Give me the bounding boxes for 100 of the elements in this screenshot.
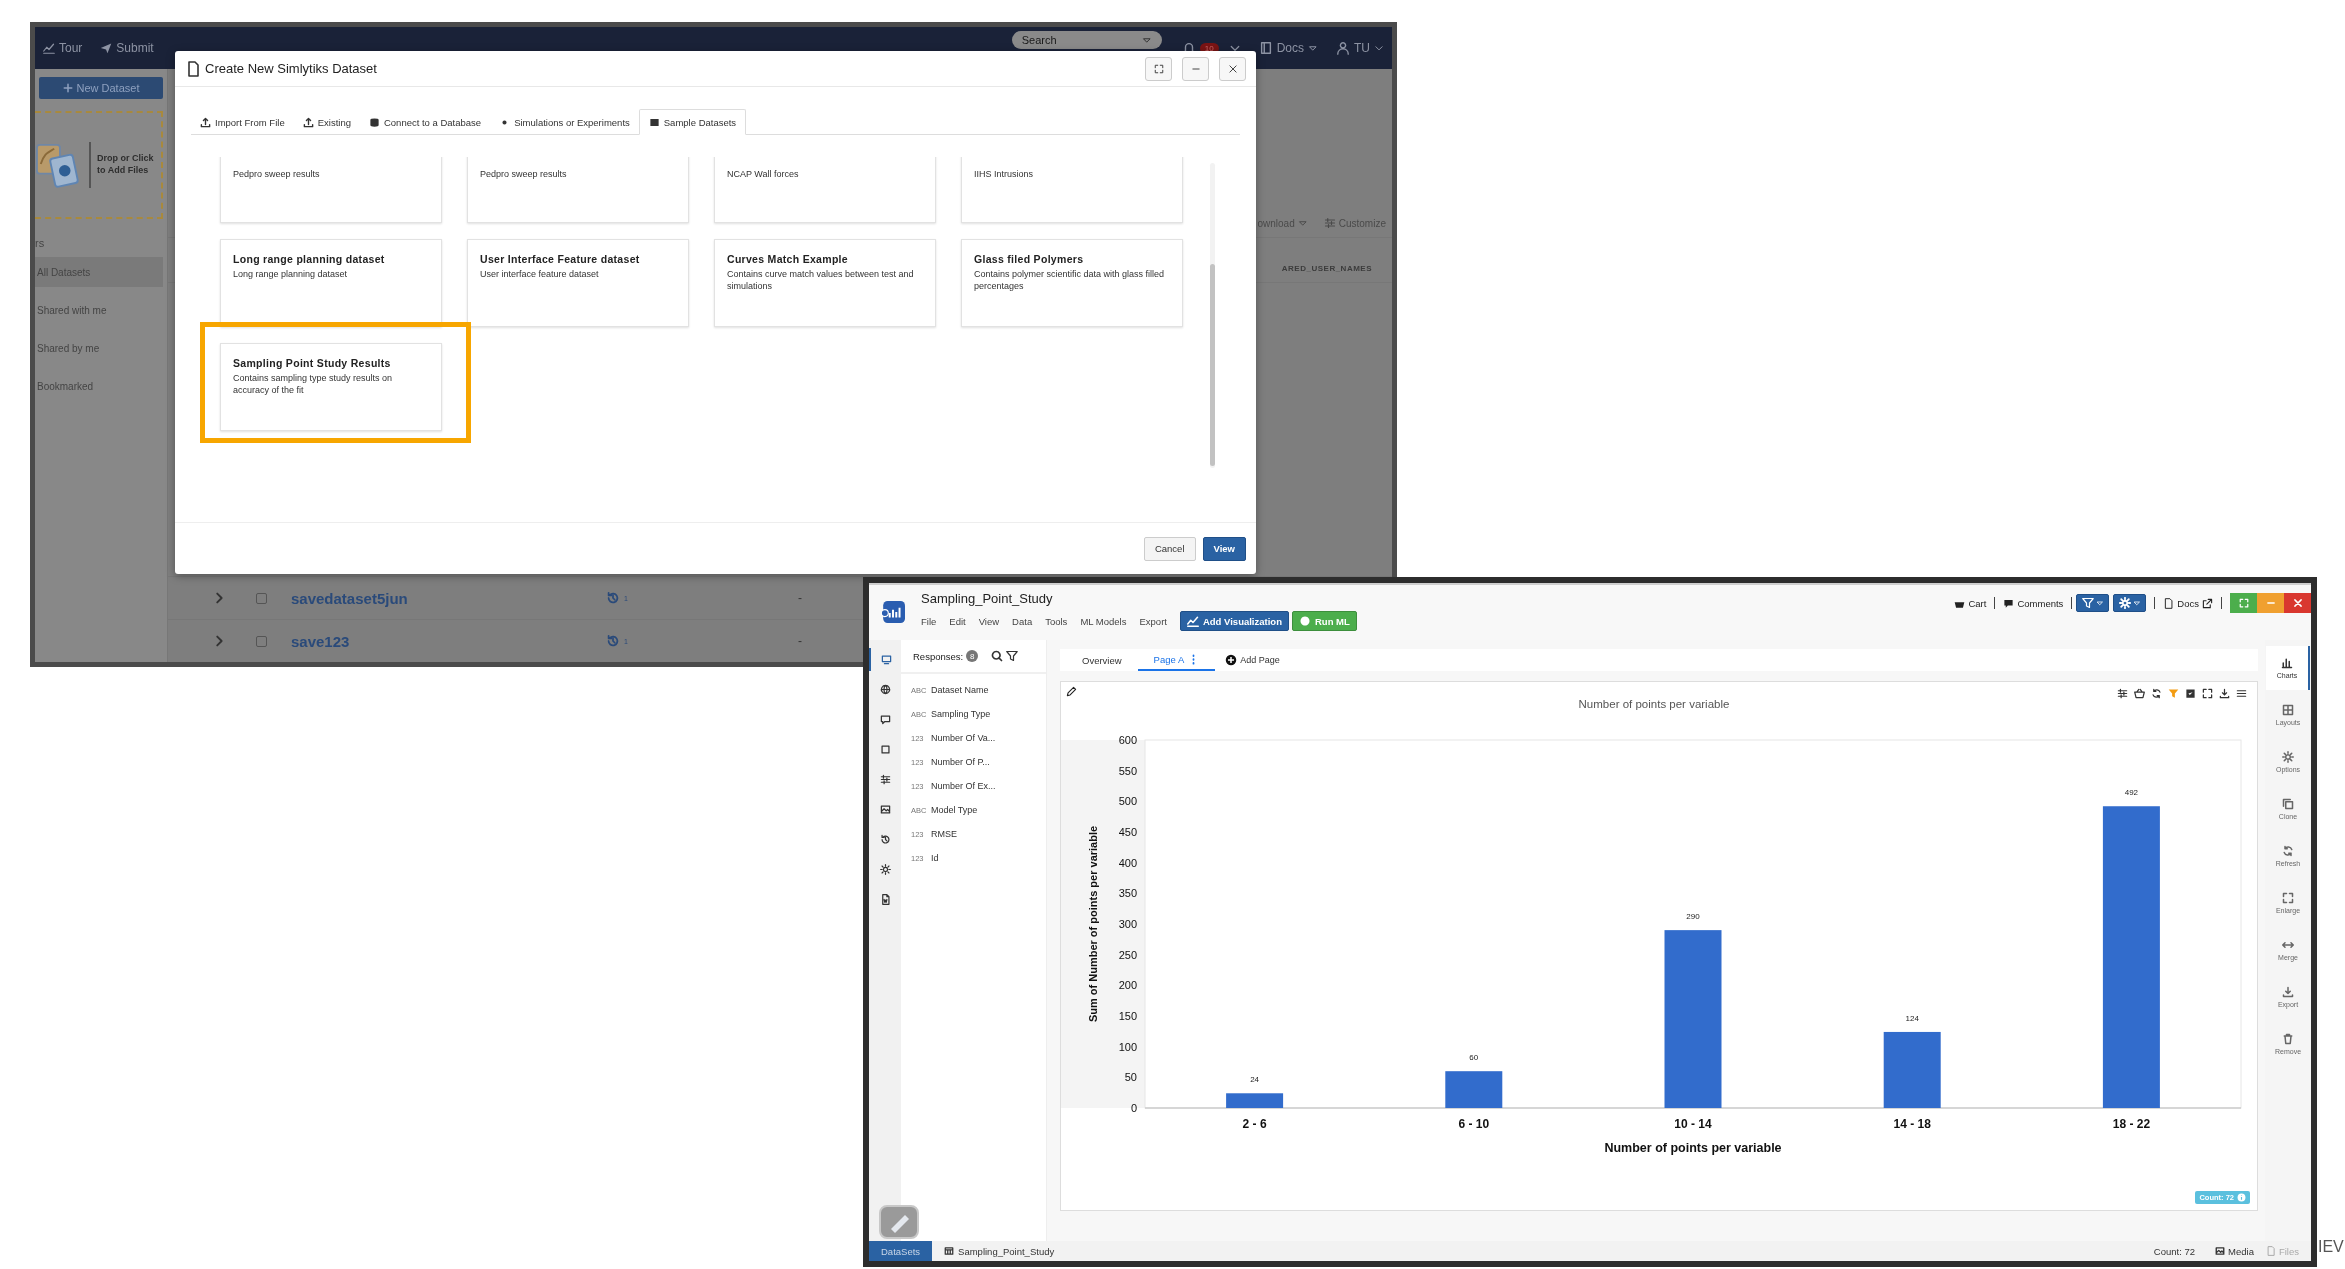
dataset-card[interactable]: IIHS Intrusions: [961, 157, 1183, 223]
tab-icon: [302, 116, 314, 128]
dialog-button[interactable]: Cancel: [1143, 536, 1196, 561]
expand-icon[interactable]: [2202, 687, 2213, 699]
menu-item[interactable]: ML Models: [1080, 615, 1127, 627]
data-label: 24: [1250, 1075, 1260, 1085]
download-icon[interactable]: [2219, 687, 2230, 699]
add-page-button[interactable]: Add Page: [1215, 649, 1280, 671]
dataset-card[interactable]: Curves Match Example Contains curve match values between test and simulations: [714, 239, 936, 327]
table-icon: [944, 1246, 955, 1256]
tab[interactable]: Simulations or Experiments: [490, 110, 639, 134]
caret-icon: [1297, 218, 1308, 228]
filter-menu-button[interactable]: [2076, 594, 2110, 612]
card-title: Long range planning dataset: [233, 253, 386, 265]
docs-menu[interactable]: Docs: [1258, 41, 1318, 55]
panel-label: Responses:: [913, 650, 964, 662]
menu-item[interactable]: Edit: [949, 615, 966, 627]
logo-icon: [881, 600, 905, 624]
edge-text: IEV: [2318, 1238, 2344, 1256]
image-icon: [2215, 1246, 2226, 1256]
sliders-icon[interactable]: [2117, 687, 2128, 699]
menu-item[interactable]: File: [921, 615, 937, 627]
square-icon: [879, 744, 891, 755]
close-button[interactable]: [2284, 593, 2311, 613]
card-description: Pedpro sweep results: [233, 169, 321, 181]
menu-item[interactable]: Data: [1012, 615, 1033, 627]
field-name: Number Of Ex...: [931, 781, 996, 791]
caret-icon: [1308, 43, 1318, 53]
image-icon: [879, 804, 891, 815]
axis-tick-label: 100: [1118, 1040, 1137, 1053]
user-menu[interactable]: TU: [1336, 41, 1384, 55]
page-tab[interactable]: Page A: [1137, 649, 1216, 671]
tab[interactable]: Existing: [293, 110, 360, 134]
plus-icon: [62, 83, 73, 93]
monitor-icon: [880, 654, 892, 665]
data-label: 492: [2124, 788, 2139, 798]
dataset-card[interactable]: NCAP Wall forces: [714, 157, 936, 223]
sliders-icon: [1323, 217, 1336, 229]
refresh-icon[interactable]: [2151, 687, 2162, 699]
menu-item[interactable]: Tools: [1045, 615, 1068, 627]
axis-title: Sum of Number of points per variable: [1087, 825, 1099, 1023]
expand-icon: [2282, 892, 2294, 904]
axis-tick-label: 350: [1118, 887, 1137, 900]
tab[interactable]: Sample Datasets: [638, 109, 747, 135]
header-link[interactable]: Comments: [2003, 597, 2064, 609]
dialog-button[interactable]: View: [1202, 536, 1246, 561]
search-icon[interactable]: [991, 650, 1004, 662]
expand-icon: [1153, 63, 1164, 74]
card-description: NCAP Wall forces: [727, 169, 800, 181]
close-icon: [2292, 598, 2303, 608]
nav-link[interactable]: Submit: [100, 41, 154, 55]
dataset-card[interactable]: Pedpro sweep results: [220, 157, 442, 223]
bottom-tab[interactable]: Sampling_Point_Study: [932, 1241, 1067, 1261]
caret-icon: [2132, 599, 2141, 607]
dataset-card[interactable]: User Interface Feature dataset User interface feature dataset: [467, 239, 689, 327]
refresh-icon: [2282, 845, 2294, 857]
dataset-card[interactable]: Glass filed Polymers Contains polymer scientific data with glass filled percentages: [961, 239, 1183, 327]
tab[interactable]: Connect to a Database: [359, 110, 491, 134]
menu-item[interactable]: Export: [1139, 615, 1167, 627]
row-checkbox[interactable]: [256, 592, 267, 604]
download-icon: [2282, 986, 2294, 998]
chart-title: Number of points per variable: [1577, 698, 1731, 710]
page-tab[interactable]: Overview: [1066, 649, 1138, 671]
dataset-card[interactable]: Pedpro sweep results: [467, 157, 689, 223]
drop-zone[interactable]: Drop or Click to Add Files: [35, 111, 163, 219]
bar[interactable]: [1883, 1031, 1941, 1108]
caret-icon: [2095, 599, 2104, 607]
settings-menu-button[interactable]: [2113, 594, 2147, 612]
bottom-tab[interactable]: DataSets: [869, 1241, 933, 1261]
file-icon: [2265, 1246, 2276, 1256]
nav-link[interactable]: Tour: [43, 41, 83, 55]
menu-item[interactable]: View: [978, 615, 1000, 627]
menu-icon[interactable]: [2236, 687, 2247, 699]
new-dataset-button[interactable]: New Dataset: [39, 77, 163, 99]
axis-tick-label: 600: [1118, 734, 1137, 746]
basket-icon[interactable]: [2134, 687, 2145, 699]
scrollbar[interactable]: [1210, 163, 1215, 468]
pencil-icon[interactable]: [1066, 686, 1077, 697]
bar-chart-icon: [2281, 657, 2293, 669]
tab[interactable]: Import From File: [191, 110, 294, 134]
filter-icon[interactable]: [1006, 650, 1019, 662]
trash-icon: [2282, 1033, 2294, 1045]
arrows-icon: [2282, 939, 2294, 951]
external-link-icon: [2202, 597, 2213, 609]
dataset-card[interactable]: Sampling Point Study Results Contains sampling type study results on accuracy of the fit: [220, 343, 442, 431]
search-field[interactable]: Search: [1011, 31, 1162, 49]
axis-tick-label: 6 - 10: [1458, 1117, 1490, 1131]
maximize-button[interactable]: [1145, 56, 1172, 81]
filter-icon: [2081, 597, 2094, 609]
action-button[interactable]: Add Visualization: [1179, 611, 1289, 631]
table-cell: -: [797, 591, 802, 605]
row-checkbox[interactable]: [256, 635, 267, 647]
globe-icon: [879, 684, 891, 695]
header-link[interactable]: Docs: [2163, 597, 2213, 609]
media-button[interactable]: Media: [2215, 1245, 2254, 1257]
field-name: Id: [931, 853, 939, 863]
data-label: 60: [1469, 1053, 1479, 1063]
card-description: IIHS Intrusions: [974, 169, 1035, 181]
checkbox-icon[interactable]: [2185, 687, 2196, 699]
header-link[interactable]: Cart: [1954, 597, 1987, 609]
